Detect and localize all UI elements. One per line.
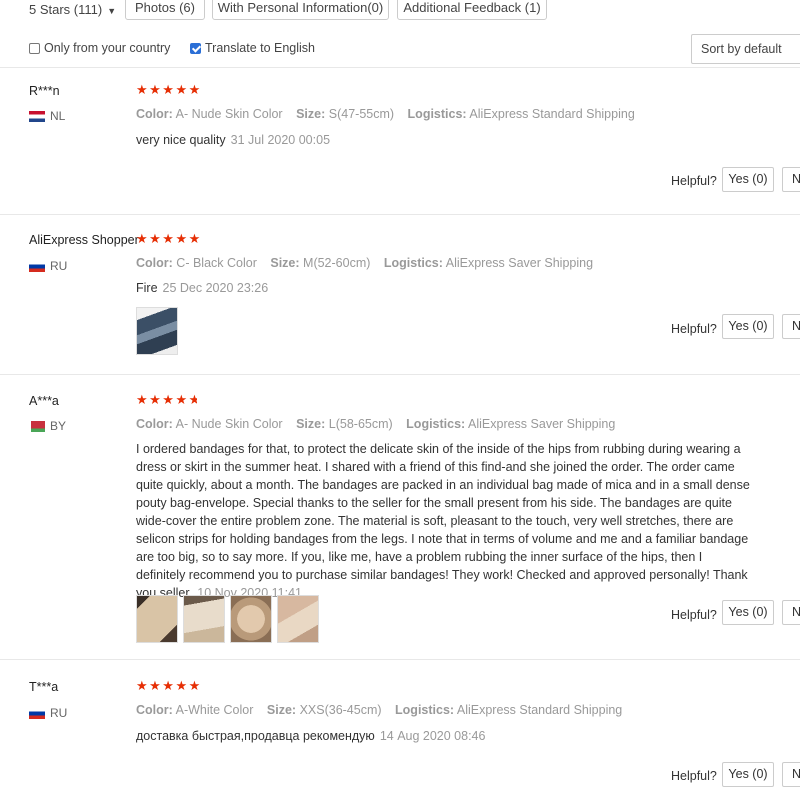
logistics-label: Logistics:: [395, 703, 455, 717]
helpful-yes-button[interactable]: Yes (0): [722, 600, 774, 625]
review-item: AliExpress Shopper RU ★★★★★ Color: C- Bl…: [0, 214, 800, 374]
reviewer-name: R***n: [29, 84, 60, 98]
review-item: T***a RU ★★★★★ Color: A-White Color Size…: [0, 659, 800, 800]
logistics-label: Logistics:: [383, 256, 443, 270]
helpful-label: Helpful?: [671, 608, 717, 622]
star-rating: ★★★★★: [136, 231, 202, 246]
reviewer-country: BY: [29, 419, 66, 433]
size-label: Size:: [270, 256, 300, 270]
filter-bar: 5 Stars (111) ▼ Photos (6) With Personal …: [0, 0, 800, 28]
translate-checkbox[interactable]: Translate to English: [190, 41, 315, 55]
country-code: RU: [50, 259, 68, 273]
review-date: 25 Dec 2020 23:26: [162, 281, 269, 295]
logistics-value: AliExpress Standard Shipping: [456, 703, 623, 717]
logistics-value: AliExpress Standard Shipping: [469, 107, 635, 121]
review-date: 31 Jul 2020 00:05: [230, 133, 331, 147]
review-text: доставка быстрая,продавца рекомендую 14 A…: [136, 727, 485, 745]
size-value: L(58-65cm): [328, 417, 393, 431]
sort-select[interactable]: Sort by default: [691, 34, 800, 64]
reviewer-country: RU: [29, 706, 67, 720]
only-country-label: Only from your country: [44, 41, 171, 55]
flag-ru-icon: [29, 260, 45, 272]
helpful-no-button[interactable]: N: [782, 167, 800, 192]
size-label: Size:: [296, 107, 326, 121]
color-value: A-White Color: [175, 703, 254, 717]
color-value: A- Nude Skin Color: [175, 107, 283, 121]
star-rating: ★★★★★: [136, 392, 197, 407]
review-body: I ordered bandages for that, to protect …: [136, 442, 750, 600]
logistics-value: AliExpress Saver Shipping: [445, 256, 594, 270]
color-value: A- Nude Skin Color: [175, 417, 283, 431]
flag-nl-icon: [29, 110, 45, 122]
logistics-label: Logistics:: [407, 107, 467, 121]
size-label: Size:: [266, 703, 297, 717]
reviewer-country: NL: [29, 109, 65, 123]
review-text: I ordered bandages for that, to protect …: [136, 440, 752, 602]
helpful-no-button[interactable]: N: [782, 762, 800, 787]
translate-label: Translate to English: [205, 41, 316, 55]
helpful-label: Helpful?: [671, 174, 717, 188]
helpful-yes-button[interactable]: Yes (0): [722, 314, 774, 339]
color-label: Color:: [136, 417, 173, 431]
star-filter-dropdown[interactable]: 5 Stars (111) ▼: [29, 0, 116, 21]
size-label: Size:: [296, 417, 326, 431]
helpful-label: Helpful?: [671, 322, 717, 336]
logistics-value: AliExpress Saver Shipping: [468, 417, 616, 431]
only-country-checkbox[interactable]: Only from your country: [29, 41, 170, 55]
review-body: very nice quality: [136, 133, 226, 147]
logistics-label: Logistics:: [406, 417, 466, 431]
checkbox-checked-icon: [190, 42, 201, 54]
chevron-down-icon: ▼: [107, 6, 117, 16]
additional-feedback-filter-button[interactable]: Additional Feedback (1): [397, 0, 547, 20]
review-text: Fire 25 Dec 2020 23:26: [136, 279, 268, 297]
helpful-yes-button[interactable]: Yes (0): [722, 167, 774, 192]
reviewer-name: AliExpress Shopper: [29, 233, 139, 247]
options-row: Only from your country Translate to Engl…: [0, 34, 800, 64]
helpful-yes-button[interactable]: Yes (0): [722, 762, 774, 787]
review-photo-thumbnail[interactable]: [277, 595, 319, 643]
review-photo-thumbnail[interactable]: [136, 307, 178, 355]
flag-ru-icon: [29, 707, 45, 719]
flag-by-icon: [29, 420, 45, 432]
review-meta: Color: A- Nude Skin Color Size: L(58-65c…: [136, 417, 615, 431]
reviewer-name: A***a: [29, 394, 59, 408]
review-item: A***a BY ★★★★★ Color: A- Nude Skin Color…: [0, 374, 800, 659]
review-photo-thumbnail[interactable]: [230, 595, 272, 643]
review-meta: Color: C- Black Color Size: M(52-60cm) L…: [136, 256, 593, 270]
review-body: Fire: [136, 281, 158, 295]
reviewer-country: RU: [29, 259, 67, 273]
review-photo-thumbnail[interactable]: [183, 595, 225, 643]
star-rating: ★★★★★: [136, 678, 202, 693]
review-date: 14 Aug 2020 08:46: [379, 729, 486, 743]
country-code: RU: [50, 706, 68, 720]
size-value: S(47-55cm): [328, 107, 395, 121]
star-rating: ★★★★★: [136, 82, 202, 97]
country-code: NL: [50, 109, 66, 123]
personal-info-filter-button[interactable]: With Personal Information(0): [212, 0, 389, 20]
size-value: M(52-60cm): [303, 256, 371, 270]
color-label: Color:: [136, 107, 173, 121]
review-meta: Color: A- Nude Skin Color Size: S(47-55c…: [136, 107, 635, 121]
review-meta: Color: A-White Color Size: XXS(36-45cm) …: [136, 703, 622, 717]
checkbox-unchecked-icon: [29, 42, 40, 54]
color-value: C- Black Color: [176, 256, 257, 270]
review-body: доставка быстрая,продавца рекомендую: [136, 729, 375, 743]
review-item: R***n NL ★★★★★ Color: A- Nude Skin Color…: [0, 67, 800, 214]
review-text: very nice quality 31 Jul 2020 00:05: [136, 131, 330, 149]
helpful-no-button[interactable]: N: [782, 600, 800, 625]
review-photo-thumbnail[interactable]: [136, 595, 178, 643]
color-label: Color:: [136, 703, 173, 717]
country-code: BY: [50, 419, 67, 433]
size-value: XXS(36-45cm): [299, 703, 382, 717]
color-label: Color:: [136, 256, 173, 270]
helpful-label: Helpful?: [671, 769, 717, 783]
star-filter-label: 5 Stars (111): [29, 2, 103, 17]
photos-filter-button[interactable]: Photos (6): [125, 0, 205, 20]
reviewer-name: T***a: [29, 680, 59, 694]
helpful-no-button[interactable]: N: [782, 314, 800, 339]
